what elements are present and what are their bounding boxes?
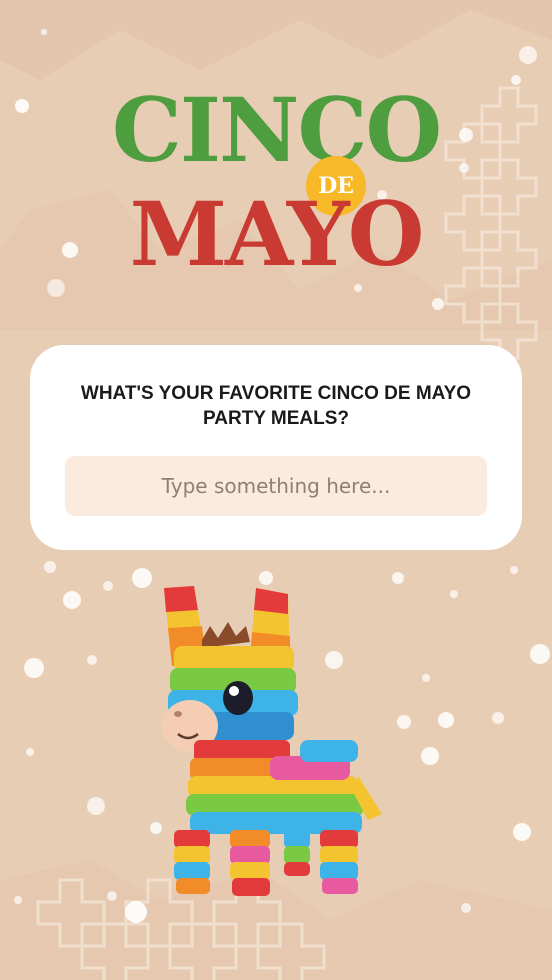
pinata-leg bbox=[284, 830, 310, 876]
answer-input[interactable] bbox=[65, 456, 487, 516]
question-text: WHAT'S YOUR FAVORITE CINCO DE MAYO PARTY… bbox=[80, 383, 472, 429]
title-word-mayo: MAYO bbox=[129, 182, 425, 286]
torn-paper-shape bbox=[0, 0, 552, 80]
pinata-mane bbox=[202, 622, 250, 648]
pinata-leg bbox=[230, 830, 270, 896]
pinata-leg bbox=[174, 830, 210, 894]
event-title: CINCO DE MAYO bbox=[0, 78, 552, 288]
donkey-pinata-illustration bbox=[162, 586, 382, 896]
pinata-eye bbox=[223, 681, 253, 715]
pinata-eye-highlight bbox=[229, 686, 239, 696]
title-word-cinco: CINCO bbox=[111, 78, 442, 182]
pinata-leg bbox=[320, 830, 358, 894]
question-card: WHAT'S YOUR FAVORITE CINCO DE MAYO PARTY… bbox=[30, 345, 522, 550]
story-page: CINCO DE MAYO WHAT'S YOUR FAVORITE CINCO… bbox=[0, 0, 552, 980]
pinata-nostril bbox=[174, 711, 182, 717]
